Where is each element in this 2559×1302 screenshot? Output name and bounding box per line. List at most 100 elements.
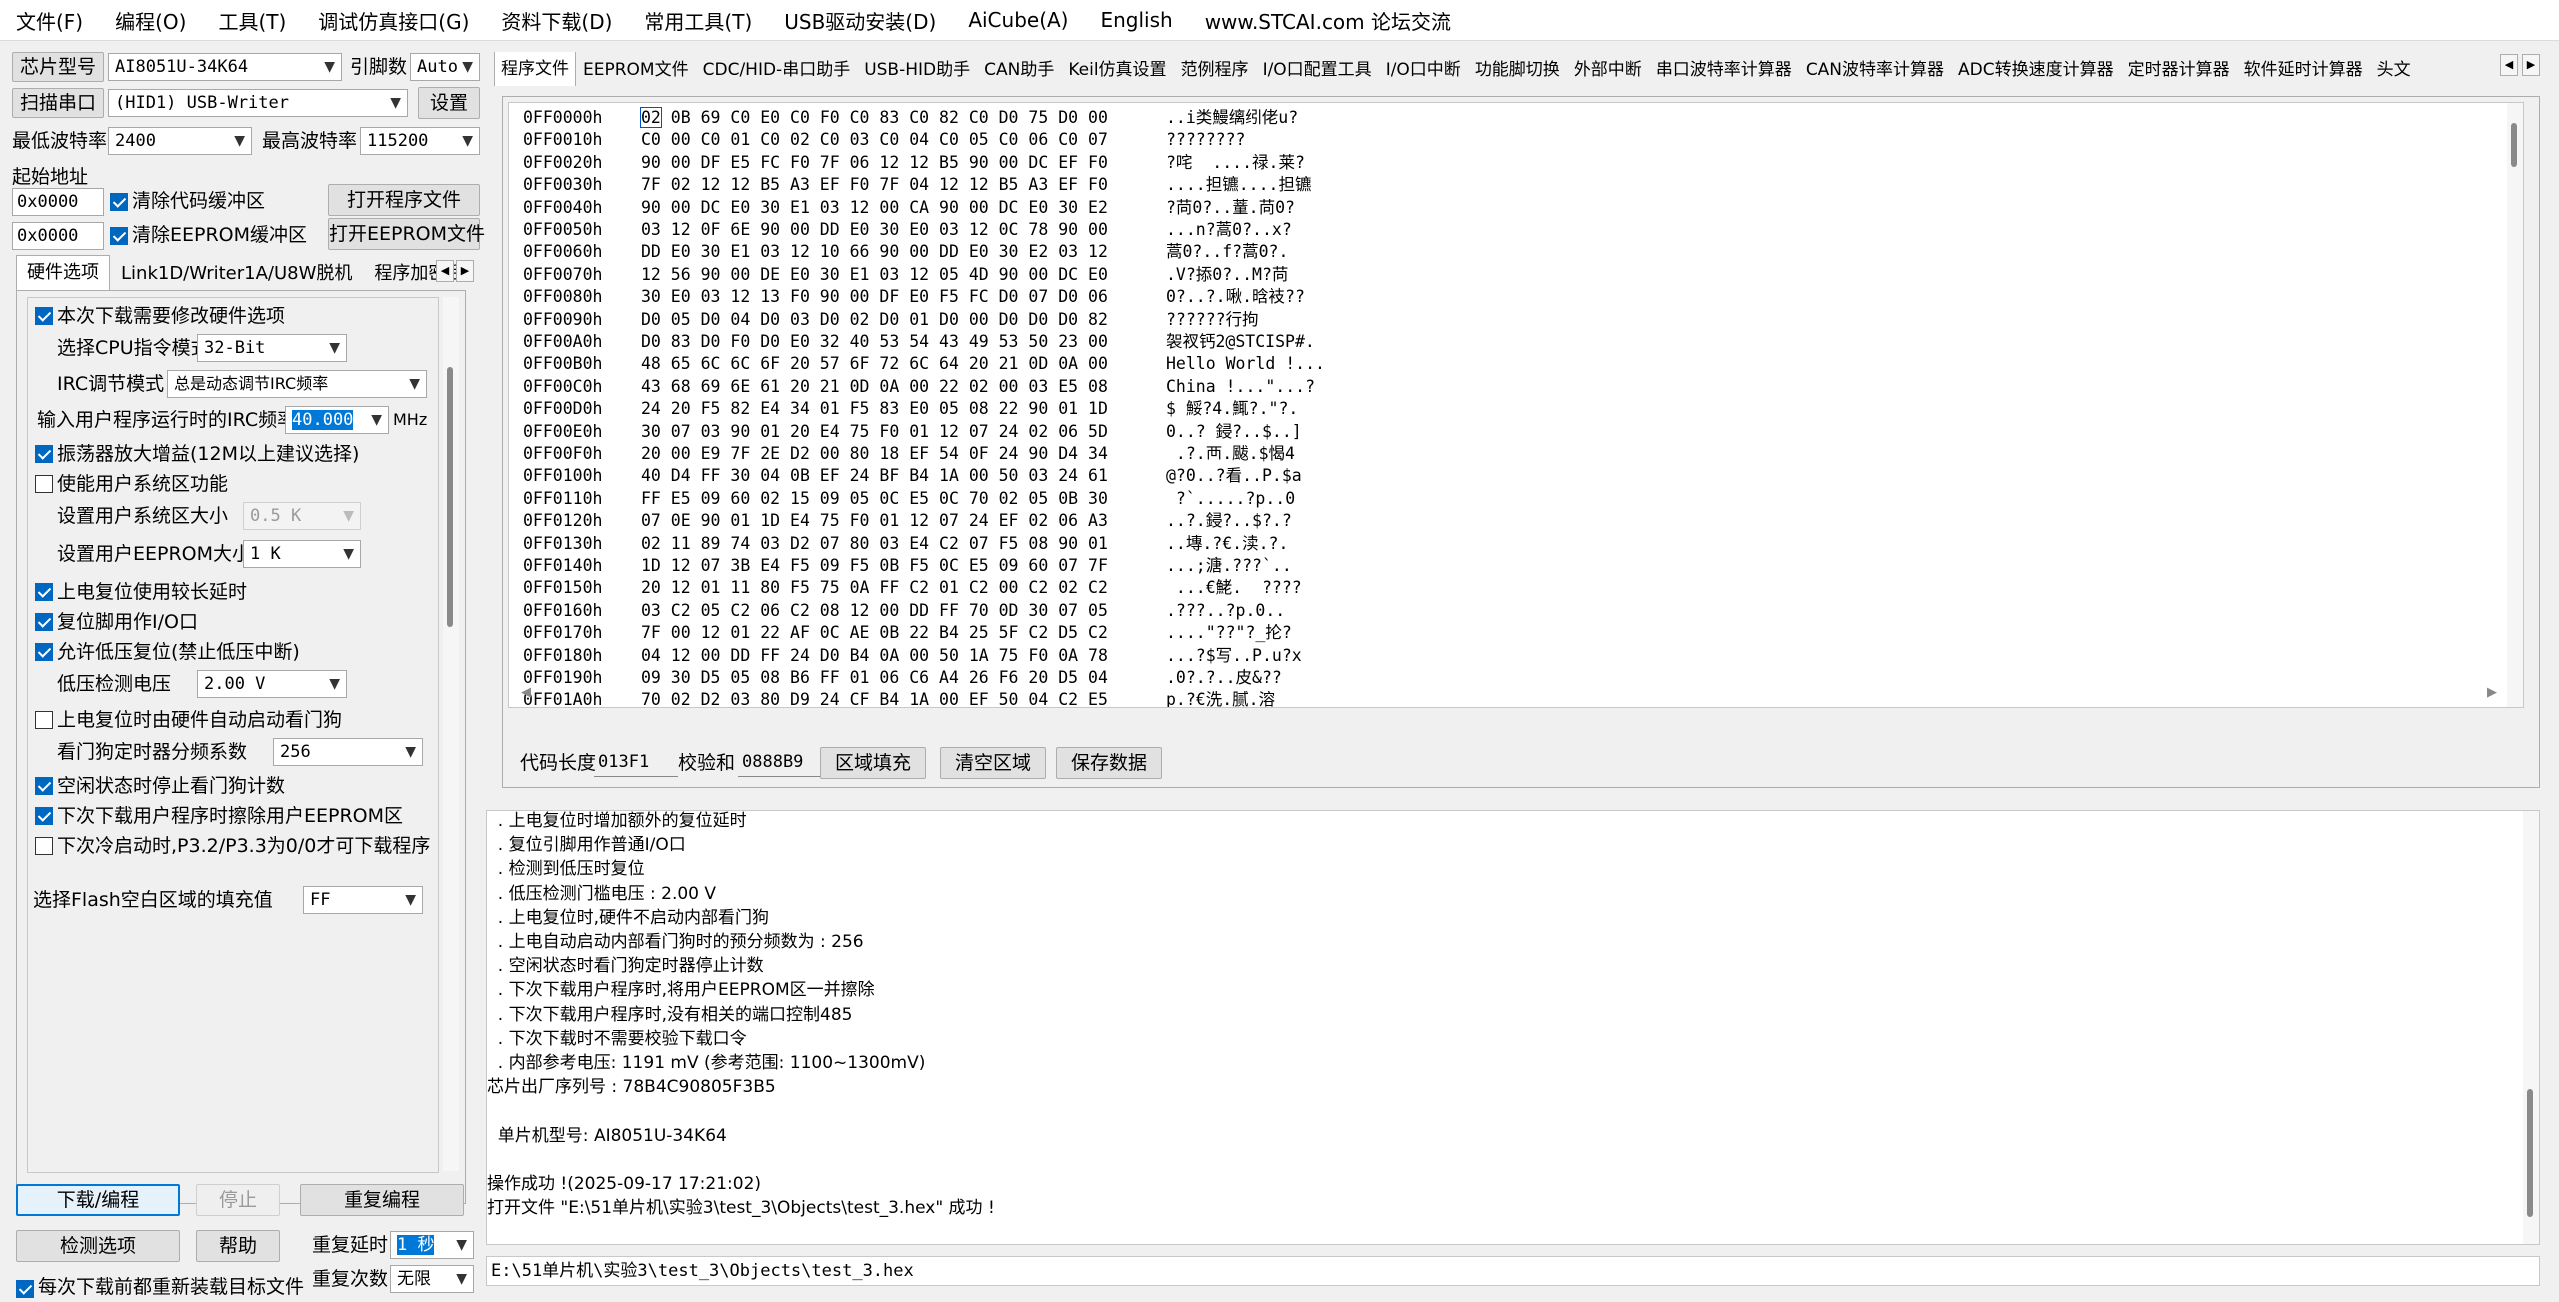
osc-gain-checkbox[interactable] [35,445,53,463]
hex-bytes[interactable]: 70 02 D2 03 80 D9 24 CF B4 1A 00 EF 50 0… [641,689,1166,707]
pin-count-select[interactable]: Auto ▼ [410,53,480,81]
download-program-button[interactable]: 下载/编程 [16,1184,180,1216]
hex-bytes[interactable]: 1D 12 07 3B E4 F5 09 F5 0B F5 0C E5 09 6… [641,555,1166,577]
hex-view[interactable]: 0FF0000h 02 0B 69 C0 E0 C0 F0 C0 83 C0 82… [508,102,2524,708]
hex-bytes[interactable]: 12 56 90 00 DE E0 30 E1 03 12 05 4D 90 0… [641,264,1166,286]
hex-vscrollbar-thumb[interactable] [2511,123,2517,167]
hex-bytes[interactable]: 04 12 00 DD FF 24 D0 B4 0A 00 50 1A 75 F… [641,645,1166,667]
fill-area-button[interactable]: 区域填充 [820,747,926,779]
clear-area-button[interactable]: 清空区域 [940,747,1046,779]
hex-bytes[interactable]: 20 12 01 11 80 F5 75 0A FF C2 01 C2 00 C… [641,577,1166,599]
menu-item[interactable]: USB驱动安装(D) [768,6,952,35]
user-sys-area-checkbox[interactable] [35,475,53,493]
eeprom-start-address-input[interactable]: 0x0000 [12,222,104,250]
clear-eeprom-buffer-checkbox[interactable] [110,227,128,245]
menu-item[interactable]: 常用工具(T) [628,6,768,35]
hex-cursor[interactable]: 02 [640,107,662,128]
open-eeprom-file-button[interactable]: 打开EEPROM文件 [328,218,485,250]
log-vscrollbar-thumb[interactable] [2527,1089,2533,1217]
menu-item[interactable]: 调试仿真接口(G) [302,6,485,35]
main-tab[interactable]: EEPROM文件 [576,54,696,86]
main-tab[interactable]: CDC/HID-串口助手 [696,54,858,86]
menu-item[interactable]: 资料下载(D) [485,6,628,35]
hex-bytes[interactable]: 30 07 03 90 01 20 E4 75 F0 01 12 07 24 0… [641,421,1166,443]
hex-bytes[interactable]: D0 83 D0 F0 D0 E0 32 40 53 54 43 49 53 5… [641,331,1166,353]
main-tab[interactable]: USB-HID助手 [857,54,977,86]
hex-scroll-left-icon[interactable]: ◀ [521,685,531,700]
tab-offline-writer[interactable]: Link1D/Writer1A/U8W脱机 [110,258,363,290]
save-data-button[interactable]: 保存数据 [1056,747,1162,779]
main-tab[interactable]: 外部中断 [1567,54,1649,86]
main-tab[interactable]: 范例程序 [1174,54,1256,86]
main-tab[interactable]: CAN助手 [977,54,1061,86]
hex-bytes[interactable]: 7F 02 12 12 B5 A3 EF F0 7F 04 12 12 B5 A… [641,174,1166,196]
port-select[interactable]: (HID1) USB-Writer ▼ [108,89,408,117]
hex-bytes[interactable]: 24 20 F5 82 E4 34 01 F5 83 E0 05 08 22 9… [641,398,1166,420]
tab-scroll-right-button[interactable]: ▶ [456,260,474,282]
main-tab[interactable]: I/O口中断 [1379,54,1468,86]
code-start-address-input[interactable]: 0x0000 [12,188,104,216]
lvd-reset-checkbox[interactable] [35,643,53,661]
hex-bytes[interactable]: 90 00 DF E5 FC F0 7F 06 12 12 B5 90 00 D… [641,152,1166,174]
options-scrollbar-thumb[interactable] [447,367,453,627]
menu-item[interactable]: 编程(O) [99,6,202,35]
options-scrollbar[interactable] [443,297,459,1171]
cold-boot-checkbox[interactable] [35,837,53,855]
main-tab[interactable]: I/O口配置工具 [1256,54,1379,86]
hex-bytes[interactable]: 07 0E 90 01 1D E4 75 F0 01 12 07 24 EF 0… [641,510,1166,532]
hex-bytes[interactable]: 30 E0 03 12 13 F0 90 00 DF E0 F5 FC D0 0… [641,286,1166,308]
main-tab[interactable]: ADC转换速度计算器 [1951,54,2121,86]
hex-bytes[interactable]: 09 30 D5 05 08 B6 FF 01 06 C6 A4 26 F6 2… [641,667,1166,689]
check-options-button[interactable]: 检测选项 [16,1230,180,1262]
hex-bytes[interactable]: 90 00 DC E0 30 E1 03 12 00 CA 90 00 DC E… [641,197,1166,219]
hex-bytes[interactable]: 03 12 0F 6E 90 00 DD E0 30 E0 03 12 0C 7… [641,219,1166,241]
help-button[interactable]: 帮助 [196,1230,280,1262]
log-output[interactable]: . 上电复位时增加额外的复位延时 . 复位引脚用作普通I/O口 . 检测到低压时… [486,810,2540,1245]
main-tab[interactable]: 定时器计算器 [2121,54,2237,86]
hex-scroll-right-icon[interactable]: ▶ [2487,685,2497,700]
main-tabs-scroll-left[interactable]: ◀ [2500,54,2518,76]
eeprom-size-select[interactable]: 1 K ▼ [243,540,361,568]
hex-bytes[interactable]: DD E0 30 E1 03 12 10 66 90 00 DD E0 30 E… [641,241,1166,263]
wdt-div-select[interactable]: 256 ▼ [273,738,423,766]
main-tab[interactable]: CAN波特率计算器 [1799,54,1951,86]
main-tab[interactable]: 串口波特率计算器 [1649,54,1799,86]
irc-freq-input[interactable]: 40.000 ▼ [285,406,389,434]
cpu-mode-select[interactable]: 32-Bit ▼ [197,334,347,362]
hex-bytes[interactable]: 43 68 69 6E 61 20 21 0D 0A 00 22 02 00 0… [641,376,1166,398]
main-tab[interactable]: 功能脚切换 [1468,54,1567,86]
hex-bytes[interactable]: C0 00 C0 01 C0 02 C0 03 C0 04 C0 05 C0 0… [641,129,1166,151]
erase-eeprom-checkbox[interactable] [35,807,53,825]
hex-bytes[interactable]: 02 0B 69 C0 E0 C0 F0 C0 83 C0 82 C0 D0 7… [640,107,1166,129]
settings-button[interactable]: 设置 [418,87,480,119]
repeat-delay-select[interactable]: 1 秒 ▼ [390,1231,474,1259]
reset-pin-io-checkbox[interactable] [35,613,53,631]
hex-bytes[interactable]: 48 65 6C 6C 6F 20 57 6F 72 6C 64 20 21 0… [641,353,1166,375]
repeat-count-select[interactable]: 无限 ▼ [390,1265,474,1293]
irc-mode-select[interactable]: 总是动态调节IRC频率 ▼ [167,370,427,398]
menu-item[interactable]: 工具(T) [202,6,302,35]
modify-hw-checkbox[interactable] [35,307,53,325]
hex-bytes[interactable]: 20 00 E9 7F 2E D2 00 80 18 EF 54 0F 24 9… [641,443,1166,465]
log-vscrollbar[interactable] [2523,811,2539,1244]
tab-scroll-left-button[interactable]: ◀ [436,260,454,282]
hex-bytes[interactable]: D0 05 D0 04 D0 03 D0 02 D0 01 D0 00 D0 D… [641,309,1166,331]
main-tab[interactable]: 程序文件 [494,52,576,86]
reprogram-button[interactable]: 重复编程 [300,1184,464,1216]
scan-port-button[interactable]: 扫描串口 [12,88,104,118]
open-program-file-button[interactable]: 打开程序文件 [328,184,480,216]
hex-bytes[interactable]: 03 C2 05 C2 06 C2 08 12 00 DD FF 70 0D 3… [641,600,1166,622]
clear-code-buffer-checkbox[interactable] [110,193,128,211]
main-tab[interactable]: Keil仿真设置 [1061,54,1173,86]
hex-bytes[interactable]: 02 11 89 74 03 D2 07 80 03 E4 C2 07 F5 0… [641,533,1166,555]
lvd-voltage-select[interactable]: 2.00 V ▼ [197,670,347,698]
max-baud-select[interactable]: 115200 ▼ [360,127,480,155]
chip-type-select[interactable]: AI8051U-34K64 ▼ [108,53,342,81]
tab-hardware-options[interactable]: 硬件选项 [16,255,110,290]
wdt-auto-checkbox[interactable] [35,711,53,729]
stop-button[interactable]: 停止 [196,1184,280,1216]
main-tab[interactable]: 头文 [2370,54,2418,86]
hex-bytes[interactable]: FF E5 09 60 02 15 09 05 0C E5 0C 70 02 0… [641,488,1166,510]
hex-bytes[interactable]: 7F 00 12 01 22 AF 0C AE 0B 22 B4 25 5F C… [641,622,1166,644]
min-baud-select[interactable]: 2400 ▼ [108,127,252,155]
